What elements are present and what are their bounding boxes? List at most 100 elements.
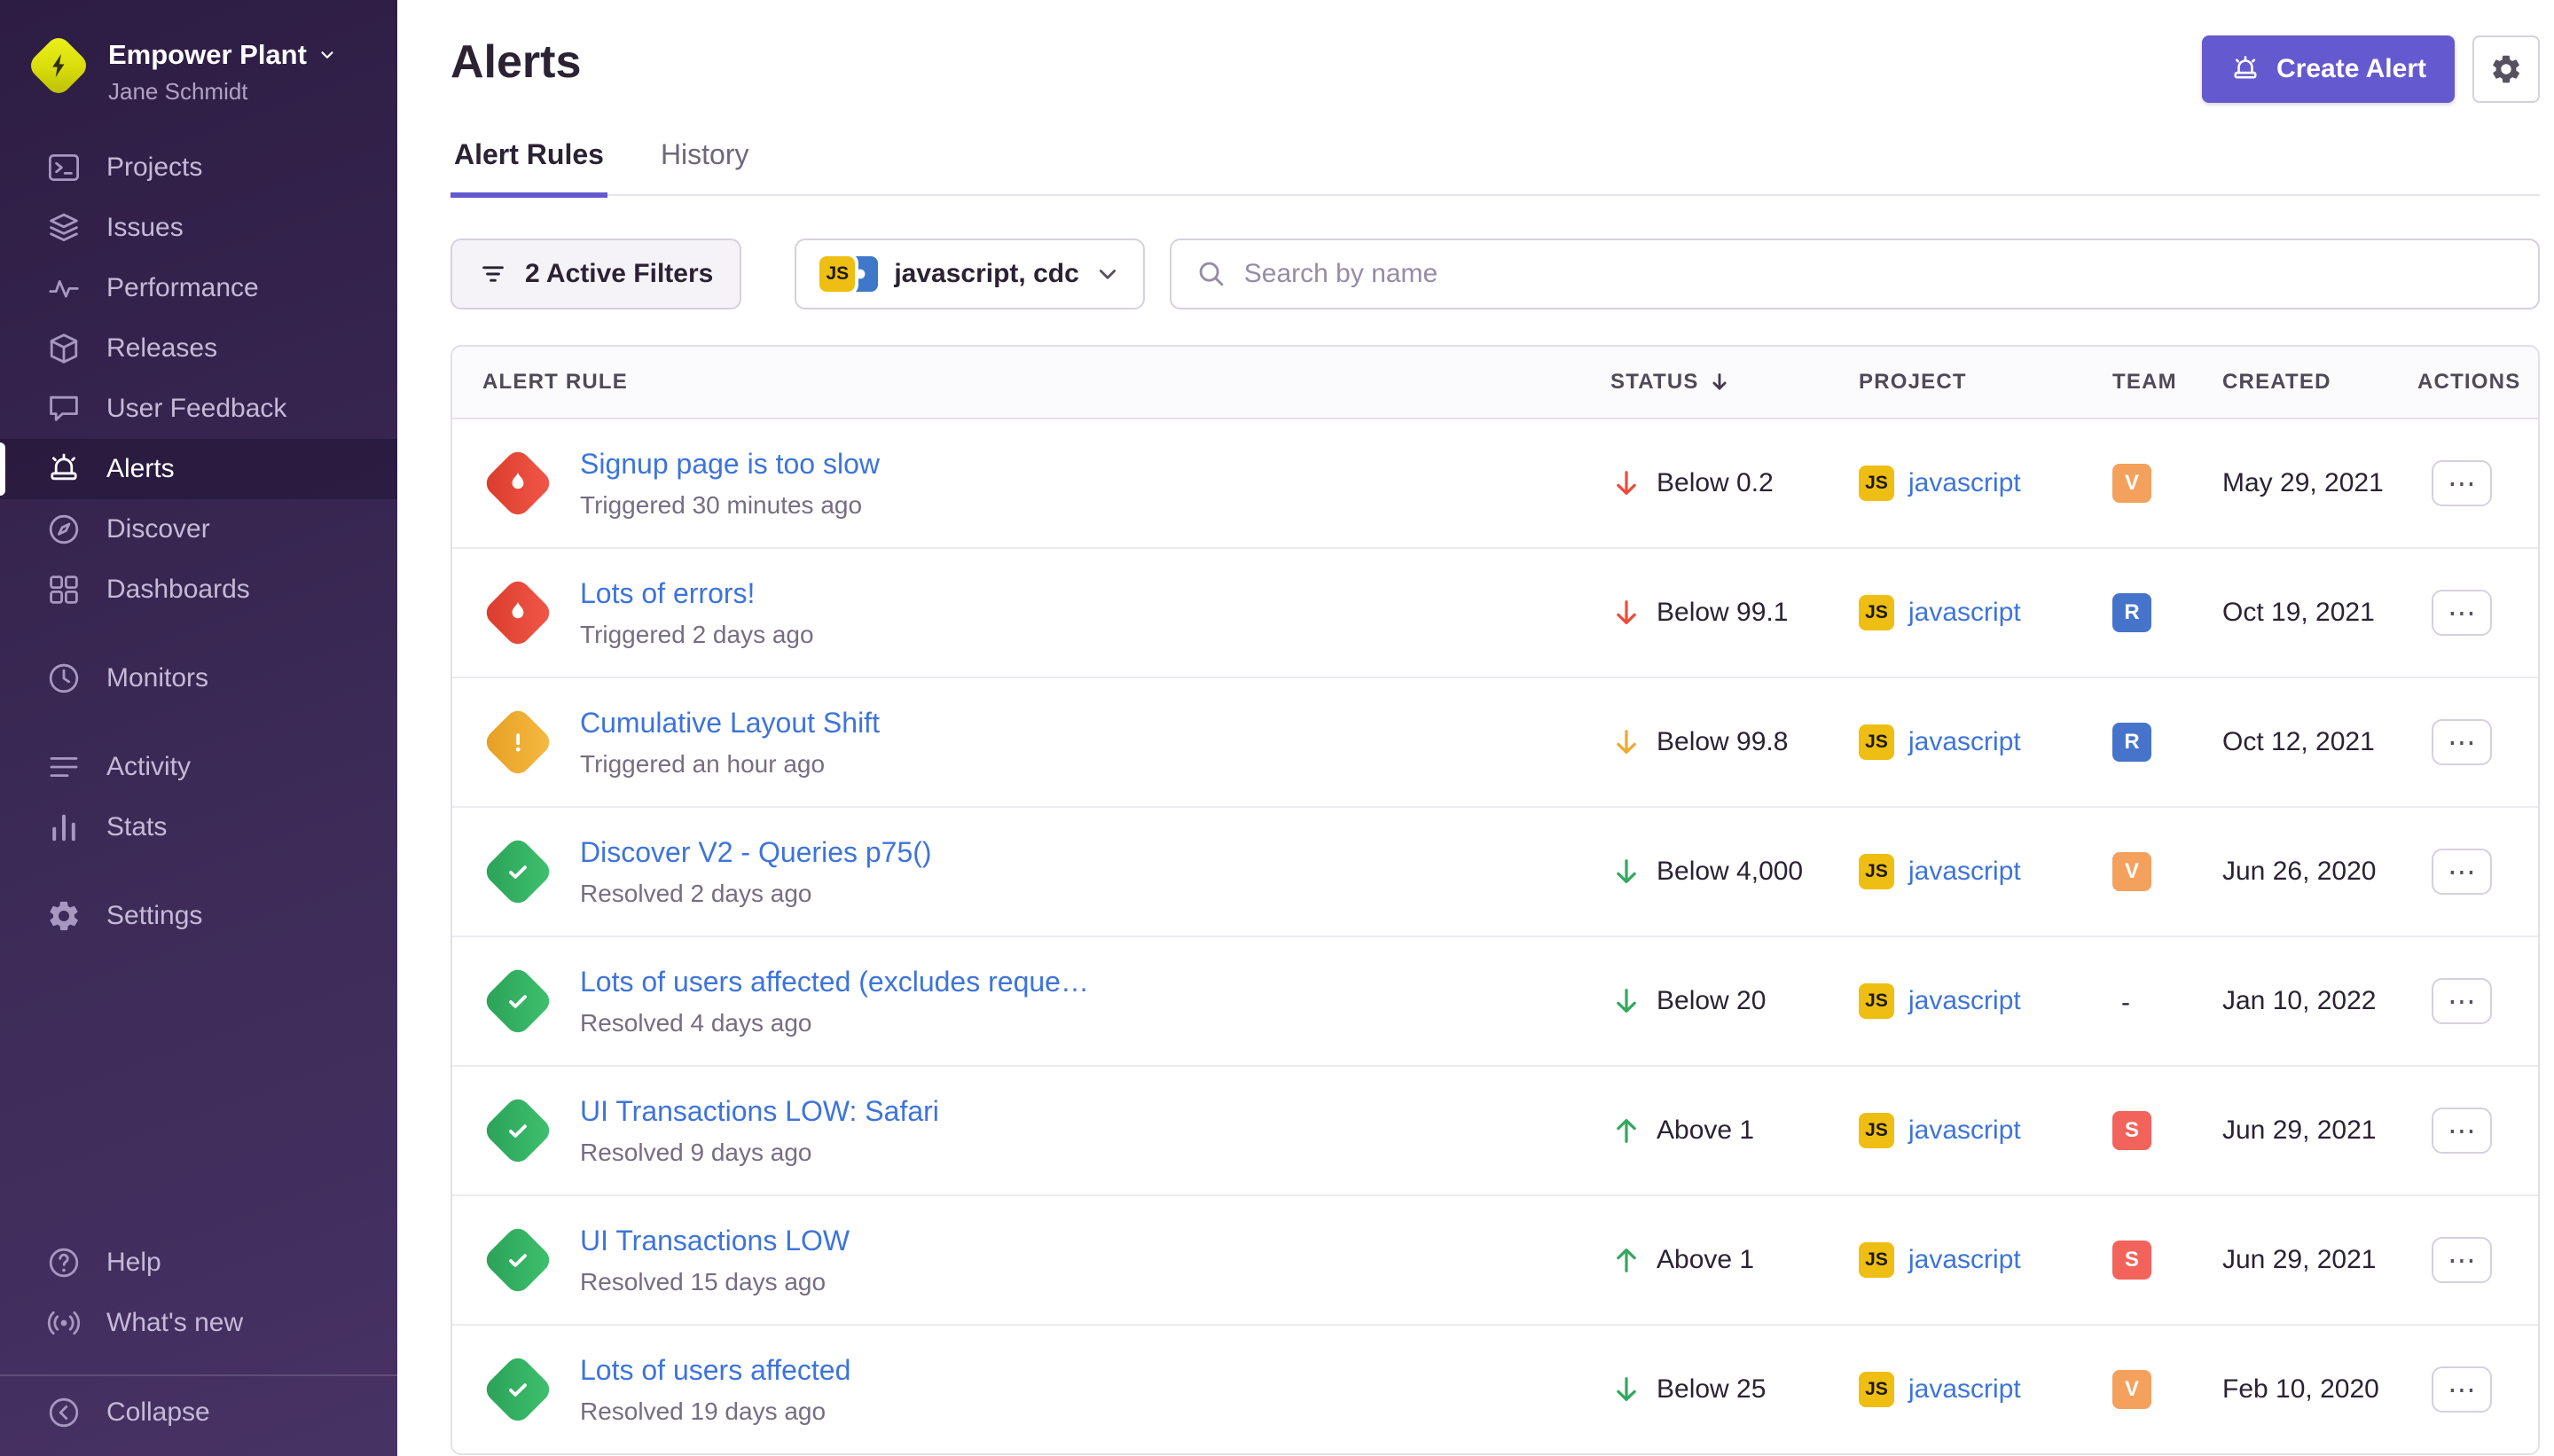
- alert-rule-link[interactable]: Lots of users affected (excludes reque…: [580, 966, 1089, 998]
- row-actions-button[interactable]: ⋯: [2432, 1237, 2492, 1283]
- sidebar-item-activity[interactable]: Activity: [0, 737, 397, 797]
- alert-rule-link[interactable]: Discover V2 - Queries p75(): [580, 836, 932, 869]
- table-row: Lots of users affected (excludes reque…R…: [452, 937, 2538, 1067]
- settings-icon: [46, 898, 82, 934]
- sidebar-footer: Help What's new Collapse: [0, 1222, 397, 1435]
- project-link[interactable]: javascript: [1908, 468, 2021, 498]
- project-link[interactable]: javascript: [1908, 598, 2021, 628]
- team-badge: R: [2112, 593, 2151, 632]
- column-header-project[interactable]: PROJECT: [1859, 370, 2112, 395]
- alert-rule-link[interactable]: UI Transactions LOW: Safari: [580, 1095, 939, 1128]
- ellipsis-icon: ⋯: [2448, 857, 2476, 886]
- sidebar: Empower Plant Jane Schmidt Projects Issue…: [0, 0, 397, 1456]
- ellipsis-icon: ⋯: [2448, 599, 2476, 627]
- alert-rule-link[interactable]: Signup page is too slow: [580, 448, 880, 481]
- project-link[interactable]: javascript: [1908, 727, 2021, 757]
- gear-icon: [2489, 52, 2523, 86]
- org-switcher[interactable]: Empower Plant Jane Schmidt: [0, 25, 397, 127]
- ellipsis-icon: ⋯: [2448, 1375, 2476, 1404]
- sidebar-item-issues[interactable]: Issues: [0, 198, 397, 258]
- created-date: Jun 26, 2020: [2222, 857, 2417, 887]
- team-badge: V: [2112, 1370, 2151, 1409]
- javascript-platform-icon: JS: [1859, 854, 1894, 889]
- siren-icon: [2230, 54, 2260, 84]
- javascript-platform-icon: JS: [1859, 1242, 1894, 1278]
- created-date: Jun 29, 2021: [2222, 1115, 2417, 1146]
- project-link[interactable]: javascript: [1908, 1245, 2021, 1275]
- sidebar-item-label: What's new: [106, 1308, 243, 1338]
- project-link[interactable]: javascript: [1908, 1115, 2021, 1146]
- sidebar-item-collapse[interactable]: Collapse: [0, 1374, 397, 1435]
- lightning-icon: [43, 50, 74, 82]
- settings-button[interactable]: [2472, 35, 2540, 103]
- ellipsis-icon: ⋯: [2448, 469, 2476, 497]
- team-none: -: [2112, 988, 2130, 1017]
- team-badge: S: [2112, 1241, 2151, 1280]
- project-link[interactable]: javascript: [1908, 1374, 2021, 1405]
- column-header-alert-rule[interactable]: ALERT RULE: [452, 370, 1610, 395]
- row-actions-button[interactable]: ⋯: [2432, 460, 2492, 506]
- arrow-down-icon: [1610, 597, 1642, 629]
- sidebar-item-label: Help: [106, 1248, 161, 1278]
- row-actions-button[interactable]: ⋯: [2432, 978, 2492, 1024]
- row-actions-button[interactable]: ⋯: [2432, 590, 2492, 636]
- projects-icon: [46, 150, 82, 185]
- created-date: May 29, 2021: [2222, 468, 2417, 498]
- active-filters-label: 2 Active Filters: [525, 259, 713, 289]
- chevron-down-icon: [317, 45, 337, 65]
- row-actions-button[interactable]: ⋯: [2432, 1108, 2492, 1154]
- tab-history[interactable]: History: [657, 131, 753, 198]
- project-link[interactable]: javascript: [1908, 857, 2021, 887]
- javascript-platform-icon: JS: [1859, 466, 1894, 501]
- sidebar-item-projects[interactable]: Projects: [0, 137, 397, 198]
- alert-warning-icon: [482, 706, 554, 779]
- status-threshold: Above 1: [1657, 1115, 1754, 1146]
- create-alert-button[interactable]: Create Alert: [2202, 35, 2455, 103]
- filter-bar: 2 Active Filters JS javascript, cdc: [450, 239, 2540, 309]
- user-name: Jane Schmidt: [108, 78, 337, 106]
- alert-rule-link[interactable]: Lots of users affected: [580, 1354, 850, 1387]
- alert-rule-link[interactable]: UI Transactions LOW: [580, 1225, 850, 1257]
- alert-rule-status-text: Resolved 9 days ago: [580, 1139, 939, 1167]
- table-row: Discover V2 - Queries p75() Resolved 2 da…: [452, 808, 2538, 937]
- sidebar-item-releases[interactable]: Releases: [0, 318, 397, 379]
- row-actions-button[interactable]: ⋯: [2432, 849, 2492, 895]
- alert-rule-link[interactable]: Cumulative Layout Shift: [580, 707, 880, 740]
- project-selector[interactable]: JS javascript, cdc: [795, 239, 1144, 309]
- team-badge: R: [2112, 723, 2151, 762]
- column-header-created[interactable]: CREATED: [2222, 370, 2417, 395]
- column-header-status[interactable]: STATUS: [1610, 370, 1859, 395]
- filter-icon: [479, 260, 507, 288]
- arrow-up-icon: [1610, 1115, 1642, 1147]
- active-filters-button[interactable]: 2 Active Filters: [450, 239, 741, 309]
- sidebar-item-monitors[interactable]: Monitors: [0, 648, 397, 708]
- row-actions-button[interactable]: ⋯: [2432, 1366, 2492, 1413]
- alert-rule-status-text: Resolved 2 days ago: [580, 880, 932, 908]
- sidebar-item-label: Projects: [106, 153, 202, 183]
- tab-alert-rules[interactable]: Alert Rules: [450, 131, 607, 198]
- sidebar-item-dashboards[interactable]: Dashboards: [0, 560, 397, 620]
- whatsnew-icon: [46, 1305, 82, 1341]
- sidebar-item-stats[interactable]: Stats: [0, 797, 397, 857]
- sidebar-item-discover[interactable]: Discover: [0, 499, 397, 560]
- created-date: Oct 12, 2021: [2222, 727, 2417, 757]
- sidebar-item-what-s-new[interactable]: What's new: [0, 1293, 397, 1353]
- row-actions-button[interactable]: ⋯: [2432, 719, 2492, 765]
- monitors-icon: [46, 661, 82, 696]
- sidebar-item-settings[interactable]: Settings: [0, 886, 397, 946]
- sidebar-item-alerts[interactable]: Alerts: [0, 439, 397, 499]
- collapse-icon: [46, 1395, 82, 1430]
- sidebar-item-performance[interactable]: Performance: [0, 258, 397, 318]
- alert-rule-link[interactable]: Lots of errors!: [580, 577, 814, 610]
- alert-rule-status-text: Resolved 19 days ago: [580, 1397, 850, 1426]
- sidebar-item-user-feedback[interactable]: User Feedback: [0, 379, 397, 439]
- sidebar-item-help[interactable]: Help: [0, 1233, 397, 1293]
- column-header-team[interactable]: TEAM: [2112, 370, 2222, 395]
- status-threshold: Below 99.1: [1657, 598, 1788, 628]
- sidebar-item-label: Releases: [106, 333, 217, 364]
- search-field: [1170, 239, 2540, 309]
- column-header-actions: ACTIONS: [2417, 370, 2538, 395]
- search-input[interactable]: [1244, 259, 2513, 289]
- alert-rule-status-text: Triggered 30 minutes ago: [580, 491, 880, 520]
- project-link[interactable]: javascript: [1908, 986, 2021, 1016]
